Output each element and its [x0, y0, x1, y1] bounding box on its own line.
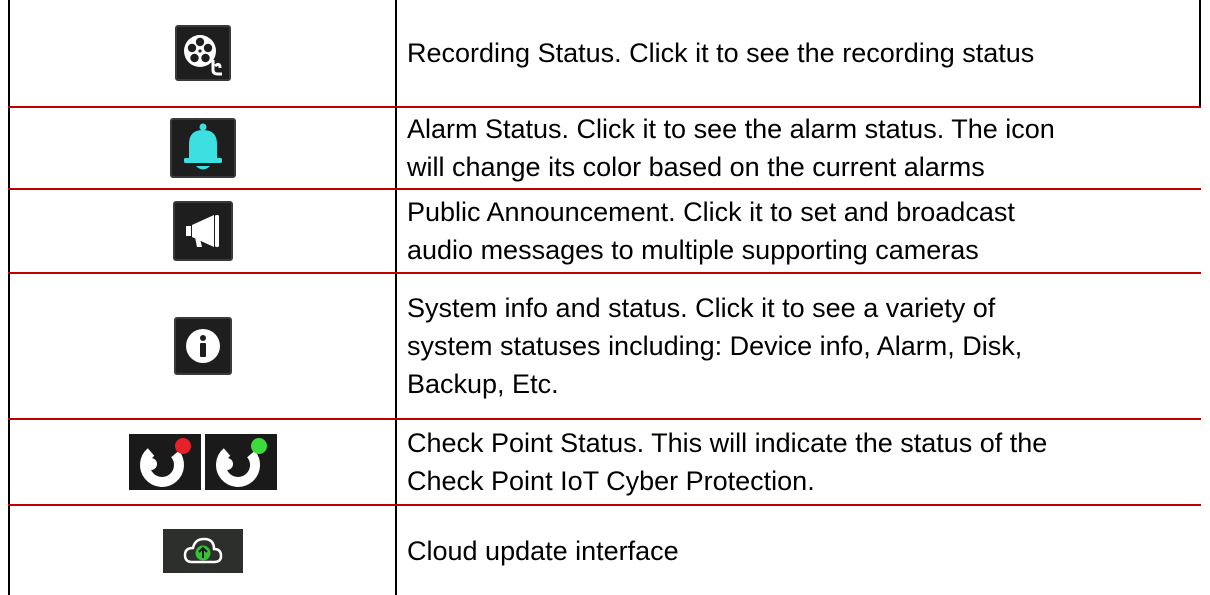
megaphone-icon[interactable] — [172, 201, 233, 261]
row-alarm-description: Alarm Status. Click it to see the alarm … — [407, 108, 1197, 188]
row-recording-icon-cell — [10, 0, 395, 106]
bell-icon[interactable] — [169, 118, 236, 178]
description-line: Recording Status. Click it to see the re… — [407, 38, 1035, 68]
cloud-upload-icon[interactable] — [162, 528, 243, 573]
description-line: system statuses including: Device info, … — [407, 331, 1023, 361]
row-announcement-description: Public Announcement. Click it to set and… — [407, 190, 1197, 272]
row-cloud-icon-cell — [10, 506, 395, 595]
description-line: Check Point IoT Cyber Protection. — [407, 466, 815, 496]
description-line: Cloud update interface — [407, 535, 679, 566]
row-alarm-icon-cell — [10, 108, 395, 188]
info-icon[interactable] — [173, 317, 232, 375]
description-line: audio messages to multiple supporting ca… — [407, 235, 979, 265]
description-line: Alarm Status. Click it to see the alarm … — [407, 114, 1055, 144]
film-reel-icon[interactable] — [174, 25, 231, 81]
row-system-info-description: System info and status. Click it to see … — [407, 274, 1197, 418]
row-announcement-icon-cell — [10, 190, 395, 272]
row-check-point-icon-cell — [10, 420, 395, 504]
check-point-status-green-icon — [204, 434, 277, 490]
description-line: Check Point Status. This will indicate t… — [407, 428, 1048, 458]
description-line: Public Announcement. Click it to set and… — [407, 197, 1015, 227]
row-recording-description: Recording Status. Click it to see the re… — [407, 0, 1197, 106]
description-line: will change its color based on the curre… — [407, 152, 985, 182]
row-cloud-description: Cloud update interface — [407, 506, 1197, 595]
description-line: System info and status. Click it to see … — [407, 293, 996, 323]
description-line: Backup, Etc. — [407, 369, 559, 399]
check-point-status-icon[interactable] — [128, 434, 277, 490]
check-point-status-red-icon — [128, 434, 201, 490]
row-check-point-description: Check Point Status. This will indicate t… — [407, 420, 1197, 504]
row-system-info-icon-cell — [10, 274, 395, 418]
table-right-border — [1199, 0, 1201, 108]
